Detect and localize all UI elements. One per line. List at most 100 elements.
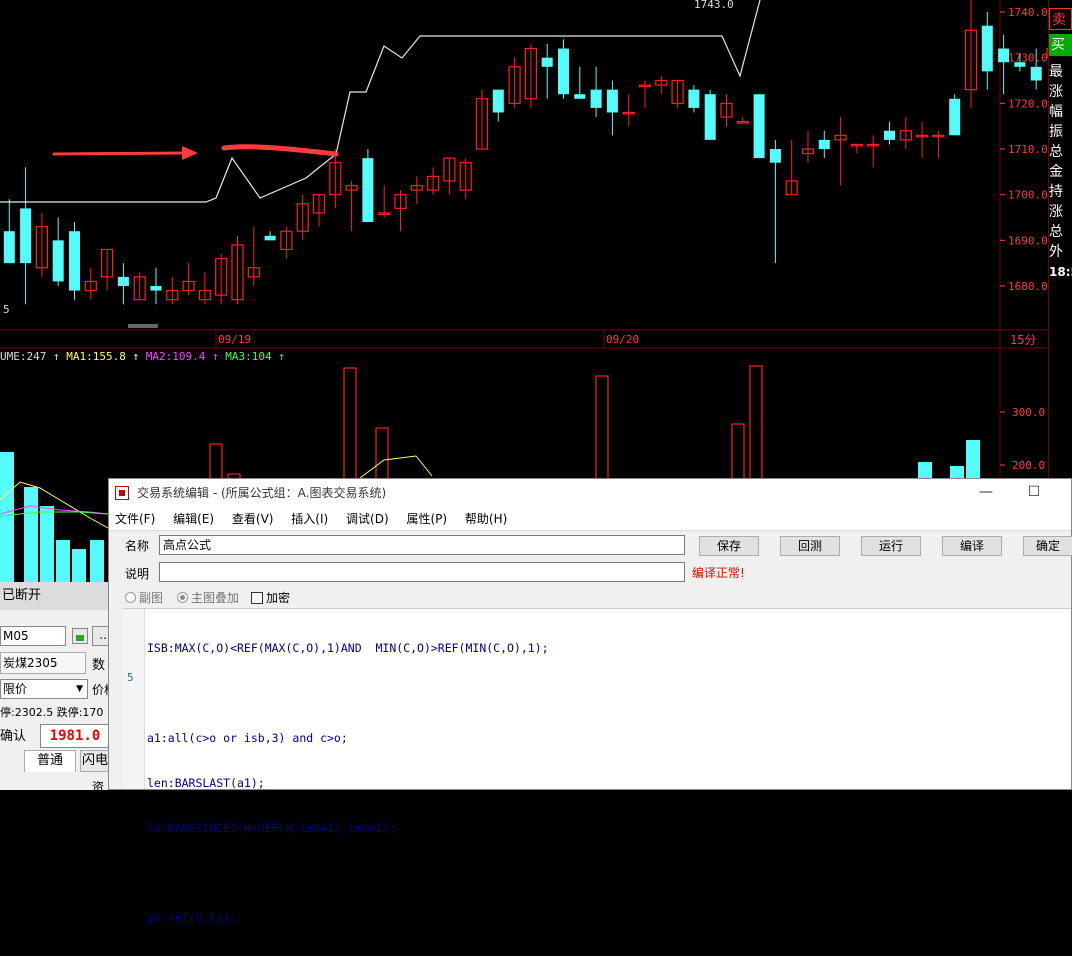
candle-body <box>884 130 895 140</box>
candle-body <box>117 276 129 286</box>
compile-button[interactable]: 编译 <box>942 536 1002 556</box>
ma1-line-right <box>359 455 433 479</box>
tab-normal[interactable]: 普通 <box>24 750 76 772</box>
contract-input[interactable]: M05 <box>0 626 66 646</box>
candle-body <box>558 48 569 95</box>
quote-field-last: 最 <box>1049 64 1063 80</box>
ma3-label: MA3:104 <box>225 350 272 363</box>
candle-body <box>704 94 716 140</box>
dialog-titlebar[interactable]: 交易系统编辑 - (所属公式组：A.图表交易系统) — ☐ <box>109 479 1071 507</box>
volume-arrow: ↑ <box>52 350 60 363</box>
price-axis-label: 1730.0 <box>1008 52 1048 65</box>
candle-body <box>606 89 618 113</box>
funds-label: 资 <box>92 780 105 794</box>
menu-debug[interactable]: 调试(D) <box>346 507 389 531</box>
editor-gutter: 5 <box>123 609 145 789</box>
data-label: 数 <box>92 658 106 673</box>
buy-button[interactable]: 买 <box>1049 34 1072 56</box>
code-line-1: ISB:MAX(C,O)<REF(MAX(C,O),1)AND MIN(C,O)… <box>147 641 549 655</box>
backtest-button[interactable]: 回测 <box>780 536 840 556</box>
minimize-icon[interactable]: — <box>963 479 1009 507</box>
ma1-label: MA1:155.8 <box>66 350 126 363</box>
candle-body <box>769 149 781 163</box>
encrypt-checkbox[interactable]: 加密 <box>251 589 290 606</box>
period-label: 15分 <box>1010 333 1036 347</box>
order-type-value: 限价 <box>3 682 28 696</box>
candle-body <box>736 120 749 124</box>
quote-field-total: 总 <box>1049 144 1063 160</box>
quote-field-outer: 外 <box>1049 244 1063 260</box>
candle-body <box>1030 66 1042 81</box>
subchart-radio[interactable]: 副图 <box>125 589 163 606</box>
main-overlay-radio-label: 主图叠加 <box>191 591 240 605</box>
quote-field-percent: 幅 <box>1049 104 1063 120</box>
menu-edit[interactable]: 编辑(E) <box>173 507 214 531</box>
quote-field-rise: 涨 <box>1049 204 1063 220</box>
description-input[interactable] <box>159 562 685 582</box>
chevron-down-icon: ▼ <box>76 684 83 694</box>
app-icon <box>115 486 129 500</box>
main-overlay-radio[interactable]: 主图叠加 <box>177 589 239 606</box>
volume-axis-label: 300.0 <box>1012 406 1045 419</box>
low-tag-label: 5 <box>3 303 10 316</box>
menu-properties[interactable]: 属性(P) <box>406 507 447 531</box>
candle-body <box>20 208 32 264</box>
candle-body <box>69 231 80 291</box>
maximize-icon[interactable]: ☐ <box>1011 479 1057 507</box>
price-axis-label: 1710.0 <box>1008 143 1048 156</box>
compile-status: 编译正常! <box>692 566 745 580</box>
sell-button[interactable]: 卖 <box>1049 8 1072 30</box>
subchart-radio-label: 副图 <box>139 591 164 605</box>
candle-body <box>981 25 993 72</box>
menu-view[interactable]: 查看(V) <box>232 507 274 531</box>
trading-system-editor-dialog: 交易系统编辑 - (所属公式组：A.图表交易系统) — ☐ 文件(F) 编辑(E… <box>108 478 1072 925</box>
annotation-arrow-shaft <box>52 151 186 156</box>
code-line-5: lo:BARSSINCE2(H>REF(H,len+1),len+1); <box>147 821 397 835</box>
scroll-indicator <box>128 324 158 328</box>
confirm-checkbox[interactable]: 确认 <box>0 726 36 748</box>
main-overlay-radio-circle <box>177 592 188 603</box>
candle-body <box>150 286 162 291</box>
annotation-highlight-stroke <box>221 144 339 157</box>
code-line-3: a1:all(c>o or isb,3) and c>o; <box>147 731 348 745</box>
encrypt-checkbox-label: 加密 <box>266 591 291 605</box>
candle-body <box>541 57 553 67</box>
candle-body <box>362 158 374 223</box>
trade-panel: 已断开 M05 ... 炭煤2305 数 限价 ▼ 价格 停:2302.5 跌停… <box>0 582 120 794</box>
menu-file[interactable]: 文件(F) <box>115 507 155 531</box>
date-axis-label: 09/20 <box>606 333 639 346</box>
price-axis-label: 1680.0 <box>1008 280 1048 293</box>
save-button[interactable]: 保存 <box>699 536 759 556</box>
price-axis-label: 1720.0 <box>1008 97 1048 110</box>
code-line-7: ph:ref(h,lo); <box>147 911 238 925</box>
ma3-arrow: ↑ <box>278 350 285 363</box>
code-editor[interactable]: 5 ISB:MAX(C,O)<REF(MAX(C,O),1)AND MIN(C,… <box>123 608 1071 925</box>
ok-button[interactable]: 确定 <box>1023 536 1072 556</box>
name-label: 名称 <box>125 539 150 553</box>
menu-insert[interactable]: 插入(I) <box>291 507 328 531</box>
candle-body <box>1014 62 1026 67</box>
menu-help[interactable]: 帮助(H) <box>465 507 507 531</box>
volume-indicator-bar: UME:247 ↑ MA1:155.8 ↑ MA2:109.4 ↑ MA3:10… <box>0 350 285 366</box>
run-button[interactable]: 运行 <box>861 536 921 556</box>
high-price-label: 1743.0 <box>694 0 734 11</box>
ma2-label: MA2:109.4 <box>145 350 206 363</box>
quote-field-change: 涨 <box>1049 84 1063 100</box>
volume-label: UME:247 <box>0 350 47 363</box>
candle-body <box>818 139 830 149</box>
candle-body <box>753 94 765 159</box>
lock-icon[interactable] <box>72 628 88 644</box>
subchart-radio-circle <box>125 592 136 603</box>
high-point-line <box>0 0 761 203</box>
name-input[interactable]: 高点公式 <box>159 535 685 555</box>
date-axis-label: 09/19 <box>218 333 251 346</box>
order-price-input[interactable]: 1981.0 <box>40 724 110 748</box>
quote-field-holding: 持 <box>1049 184 1063 200</box>
description-label: 说明 <box>125 567 150 581</box>
price-axis-label: 1690.0 <box>1008 234 1048 247</box>
order-type-select[interactable]: 限价 ▼ <box>0 679 88 699</box>
tab-flash[interactable]: 闪电 <box>80 750 110 772</box>
code-text[interactable]: ISB:MAX(C,O)<REF(MAX(C,O),1)AND MIN(C,O)… <box>147 611 549 956</box>
